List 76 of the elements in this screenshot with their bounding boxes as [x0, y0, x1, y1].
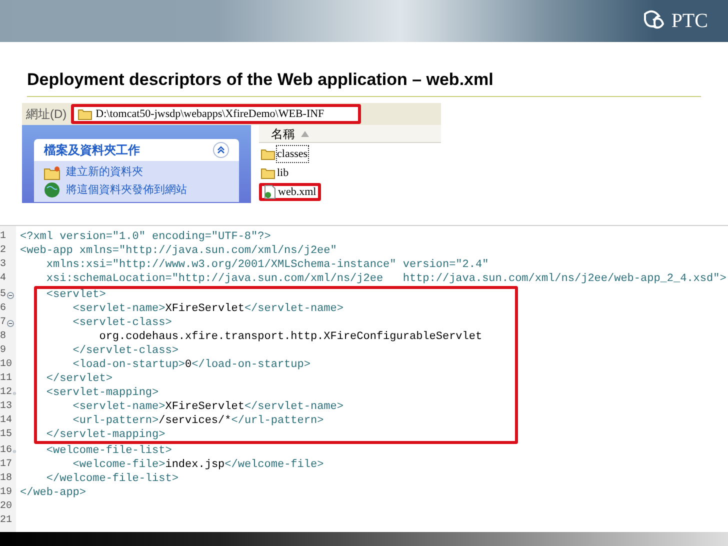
xml-markup: </load-on-startup> — [192, 359, 310, 371]
column-name: 名稱 — [271, 126, 295, 142]
xml-markup: <welcome-file> — [72, 459, 166, 471]
document-icon — [264, 185, 276, 199]
globe-icon — [44, 182, 60, 198]
file-item[interactable]: lib — [259, 164, 291, 182]
line-number: 15 — [0, 428, 12, 442]
xml-text: /services/* — [158, 415, 232, 427]
xml-markup: <servlet-name> — [72, 401, 166, 413]
file-name: classes — [277, 146, 308, 162]
line-number: 5 — [0, 288, 6, 302]
line-number: 19 — [0, 486, 12, 500]
xml-text: XFireServlet — [165, 401, 244, 413]
xml-markup: </servlet-name> — [244, 303, 344, 315]
folder-icon — [44, 166, 60, 180]
line-number: 18 — [0, 472, 12, 486]
xml-markup: <load-on-startup> — [72, 359, 186, 371]
line-number: 13 — [0, 400, 12, 414]
xml-text: index.jsp — [165, 459, 225, 471]
line-number: 17 — [0, 458, 12, 472]
sort-ascending-icon — [301, 130, 309, 136]
xml-markup: <servlet> — [45, 289, 106, 301]
xml-markup: <servlet-mapping> — [45, 387, 159, 399]
collapse-icon[interactable] — [213, 142, 229, 158]
file-item[interactable]: classes — [259, 145, 310, 163]
file-item[interactable]: web.xml — [259, 183, 322, 201]
column-header[interactable]: 名稱 — [259, 125, 441, 143]
xml-markup: </servlet-mapping> — [45, 429, 166, 441]
line-number: 10 — [0, 358, 12, 372]
xml-text: XFireServlet — [165, 303, 244, 315]
task-link[interactable]: 將這個資料夾發佈到網站 — [66, 182, 187, 198]
xml-text: 0 — [185, 359, 192, 371]
xml-markup: </web-app> — [20, 487, 86, 499]
folder-icon — [78, 108, 92, 120]
line-number: 16 — [0, 444, 12, 458]
line-number: 21 — [0, 514, 12, 528]
task-panel-title: 檔案及資料夾工作 — [44, 142, 140, 159]
line-number: 12 — [0, 386, 12, 400]
line-number: 9 — [0, 344, 6, 358]
xml-markup: xmlns:xsi="http://www.w3.org/2001/XMLSchema-instance" version="2.4" — [45, 259, 489, 271]
xml-markup: </servlet> — [45, 373, 112, 385]
line-number: 1 — [0, 230, 6, 244]
xml-text: org.codehaus.xfire.transport.http.XFireConfigurableServlet — [98, 331, 482, 343]
line-number: 14 — [0, 414, 12, 428]
address-path: D:\tomcat50-jwsdp\webapps\XfireDemo\WEB-INF — [96, 106, 324, 122]
xml-markup: <servlet-name> — [72, 303, 166, 315]
line-number: 2 — [0, 244, 6, 258]
xml-markup: </url-pattern> — [231, 415, 324, 427]
xml-markup: xsi:schemaLocation="http://java.sun.com/xml/ns/j2ee http://java.sun.com/xml/ns/j2ee/web-app_2_4.xsd"> — [45, 273, 726, 285]
line-number: 3 — [0, 258, 6, 272]
xml-markup: <?xml version="1.0" encoding="UTF-8"?> — [20, 231, 271, 243]
task-link[interactable]: 建立新的資料夾 — [66, 165, 143, 180]
file-name: lib — [277, 166, 289, 181]
xml-markup: </welcome-file> — [224, 459, 324, 471]
file-name: web.xml — [278, 184, 316, 200]
address-label: 網址(D) — [26, 106, 67, 123]
xml-markup: <url-pattern> — [72, 415, 159, 427]
address-field[interactable]: D:\tomcat50-jwsdp\webapps\XfireDemo\WEB-INF — [70, 104, 361, 124]
line-number: 20 — [0, 500, 12, 514]
fold-icon[interactable] — [7, 292, 14, 298]
line-number: 11 — [0, 372, 12, 386]
line-number: 7 — [0, 316, 6, 330]
xml-markup: </servlet-class> — [72, 345, 178, 357]
line-number: 6 — [0, 302, 6, 316]
line-number: 4 — [0, 272, 6, 286]
xml-markup: </servlet-name> — [244, 401, 344, 413]
logo-text: PTC — [671, 9, 708, 34]
folder-icon — [261, 148, 275, 160]
xml-markup: <servlet-class> — [72, 317, 172, 329]
line-number: 8 — [0, 330, 6, 344]
xml-markup: <web-app xmlns="http://java.sun.com/xml/ns/j2ee" — [20, 245, 337, 257]
xml-markup: </welcome-file-list> — [45, 473, 178, 485]
fold-icon[interactable] — [7, 320, 14, 326]
xml-markup: <welcome-file-list> — [45, 445, 172, 457]
folder-icon — [261, 167, 275, 179]
slide-title: Deployment descriptors of the Web application – web.xml — [27, 70, 701, 97]
